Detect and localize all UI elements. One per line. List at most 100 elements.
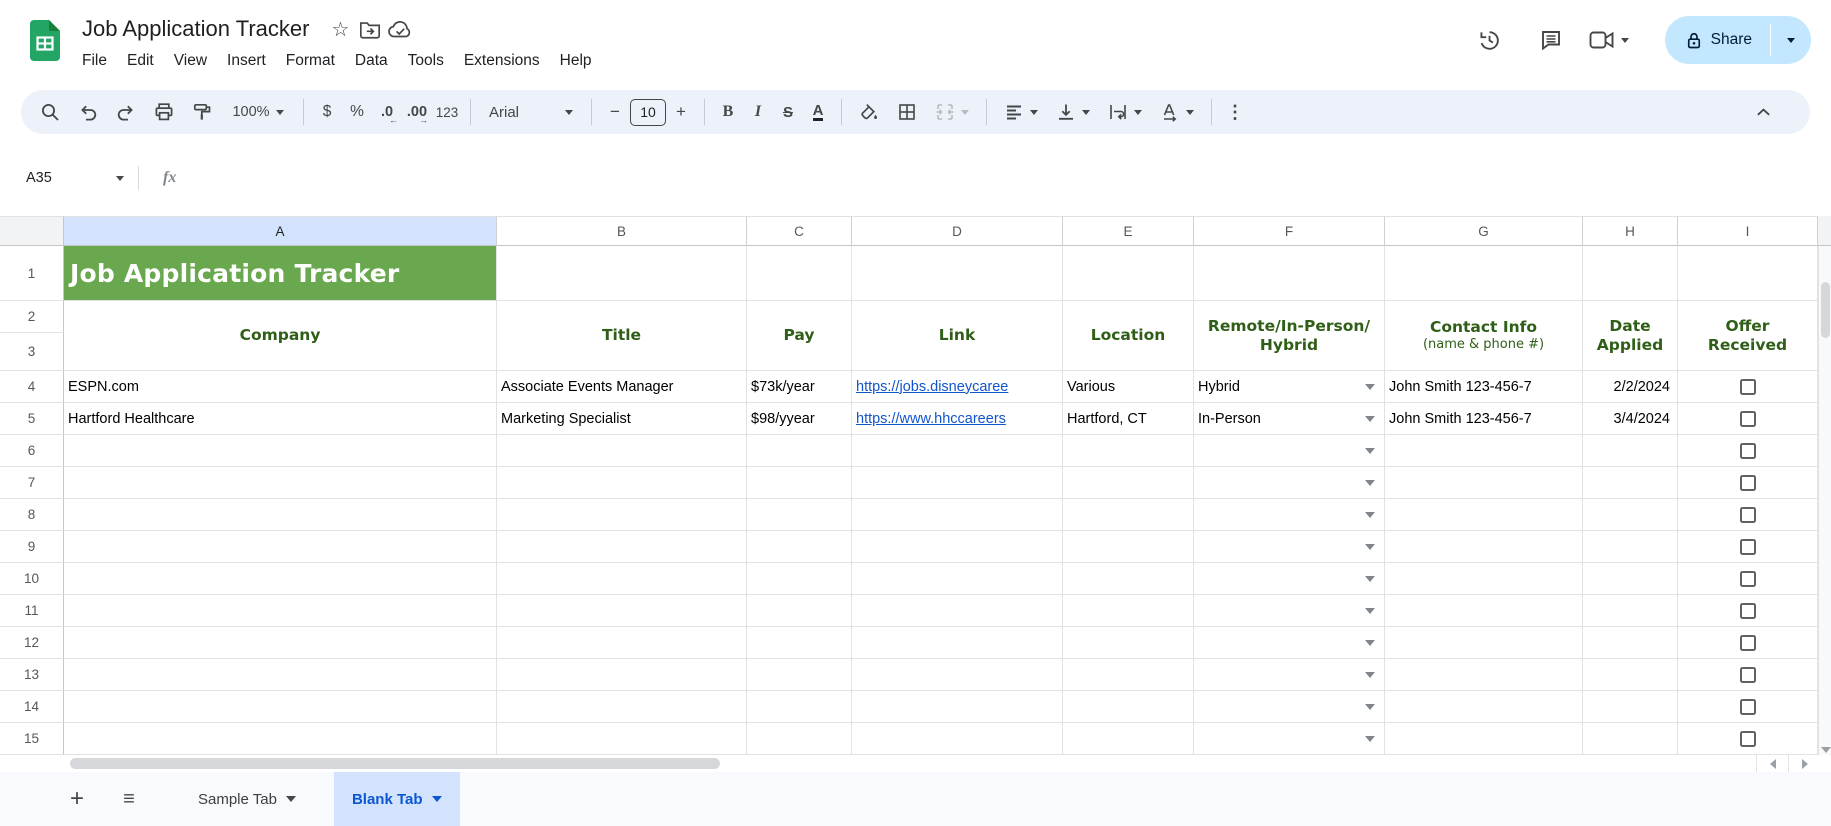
cell-remote-dropdown[interactable] xyxy=(1194,499,1385,531)
header-title[interactable]: Title xyxy=(497,301,747,371)
cell[interactable] xyxy=(1063,499,1194,531)
offer-checkbox[interactable] xyxy=(1740,699,1756,715)
row-header-12[interactable]: 12 xyxy=(0,627,64,659)
offer-checkbox[interactable] xyxy=(1740,443,1756,459)
header-location[interactable]: Location xyxy=(1063,301,1194,371)
cell[interactable] xyxy=(852,723,1063,755)
cell-location[interactable]: Hartford, CT xyxy=(1063,403,1194,435)
cell-remote-dropdown[interactable] xyxy=(1194,467,1385,499)
cell[interactable] xyxy=(1063,595,1194,627)
cell[interactable] xyxy=(852,246,1063,301)
comments-icon[interactable] xyxy=(1527,16,1575,64)
column-header-B[interactable]: B xyxy=(497,216,747,246)
cell[interactable] xyxy=(1063,563,1194,595)
select-all-corner[interactable] xyxy=(0,216,64,246)
cell[interactable] xyxy=(497,691,747,723)
cell[interactable] xyxy=(852,595,1063,627)
cell[interactable] xyxy=(747,627,852,659)
column-header-E[interactable]: E xyxy=(1063,216,1194,246)
cell-offer[interactable] xyxy=(1678,499,1818,531)
row-header-3[interactable]: 3 xyxy=(0,333,64,371)
cell[interactable] xyxy=(747,691,852,723)
header-link[interactable]: Link xyxy=(852,301,1063,371)
cell-offer[interactable] xyxy=(1678,371,1818,403)
hide-menus-button[interactable] xyxy=(1744,95,1782,129)
menu-format[interactable]: Format xyxy=(276,48,345,74)
cell[interactable] xyxy=(1385,467,1583,499)
cell[interactable] xyxy=(747,246,852,301)
menu-insert[interactable]: Insert xyxy=(217,48,276,74)
row-header-6[interactable]: 6 xyxy=(0,435,64,467)
sheets-logo-icon[interactable] xyxy=(30,20,60,61)
cell[interactable] xyxy=(64,627,497,659)
cell-contact[interactable]: John Smith 123-456-7 xyxy=(1385,403,1583,435)
offer-checkbox[interactable] xyxy=(1740,539,1756,555)
menu-view[interactable]: View xyxy=(164,48,217,74)
vertical-align-button[interactable] xyxy=(1047,95,1099,129)
row-header-2[interactable]: 2 xyxy=(0,301,64,333)
cell[interactable] xyxy=(1385,627,1583,659)
row-header-4[interactable]: 4 xyxy=(0,371,64,403)
vertical-scrollbar[interactable] xyxy=(1818,246,1831,755)
cell[interactable] xyxy=(1063,467,1194,499)
format-percent-button[interactable]: % xyxy=(342,95,372,129)
cell[interactable] xyxy=(1063,723,1194,755)
cell[interactable] xyxy=(1583,723,1678,755)
cell[interactable] xyxy=(852,691,1063,723)
cell[interactable] xyxy=(497,467,747,499)
cell-title[interactable]: Associate Events Manager xyxy=(497,371,747,403)
cell[interactable] xyxy=(1583,563,1678,595)
decrease-font-size-button[interactable]: − xyxy=(600,95,630,129)
menu-edit[interactable]: Edit xyxy=(117,48,164,74)
cell-pay[interactable]: $73k/year xyxy=(747,371,852,403)
cell[interactable] xyxy=(1063,627,1194,659)
version-history-icon[interactable] xyxy=(1465,16,1513,64)
cell[interactable] xyxy=(1583,627,1678,659)
cell[interactable] xyxy=(1385,246,1583,301)
cell-link[interactable]: https://www.hhccareers xyxy=(852,403,1063,435)
cell-offer[interactable] xyxy=(1678,691,1818,723)
cell[interactable] xyxy=(747,563,852,595)
search-icon[interactable] xyxy=(31,95,69,129)
cell-pay[interactable]: $98/yyear xyxy=(747,403,852,435)
column-header-F[interactable]: F xyxy=(1194,216,1385,246)
column-header-I[interactable]: I xyxy=(1678,216,1818,246)
row-header-15[interactable]: 15 xyxy=(0,723,64,755)
more-formats-button[interactable]: 123 xyxy=(432,95,462,129)
offer-checkbox[interactable] xyxy=(1740,635,1756,651)
cell-offer[interactable] xyxy=(1678,659,1818,691)
offer-checkbox[interactable] xyxy=(1740,475,1756,491)
cell[interactable] xyxy=(1583,691,1678,723)
cell[interactable] xyxy=(1385,499,1583,531)
cell[interactable] xyxy=(747,723,852,755)
all-sheets-button[interactable]: ≡ xyxy=(110,780,148,818)
menu-help[interactable]: Help xyxy=(550,48,602,74)
offer-checkbox[interactable] xyxy=(1740,731,1756,747)
cell-link[interactable]: https://jobs.disneycaree xyxy=(852,371,1063,403)
row-header-1[interactable]: 1 xyxy=(0,246,64,301)
cell[interactable] xyxy=(1194,246,1385,301)
scroll-left-button[interactable] xyxy=(1756,755,1788,772)
cell-offer[interactable] xyxy=(1678,435,1818,467)
cell[interactable] xyxy=(497,246,747,301)
menu-tools[interactable]: Tools xyxy=(398,48,454,74)
print-button[interactable] xyxy=(145,95,183,129)
cell[interactable] xyxy=(497,723,747,755)
cell[interactable] xyxy=(1583,467,1678,499)
cell-remote-dropdown[interactable] xyxy=(1194,595,1385,627)
cell[interactable] xyxy=(1063,691,1194,723)
font-family-select[interactable]: Arial xyxy=(479,95,583,129)
cell-date[interactable]: 3/4/2024 xyxy=(1583,403,1678,435)
column-header-D[interactable]: D xyxy=(852,216,1063,246)
scroll-down-button[interactable] xyxy=(1819,747,1831,753)
document-title[interactable]: Job Application Tracker xyxy=(82,16,309,42)
column-header-H[interactable]: H xyxy=(1583,216,1678,246)
banner-cell[interactable]: Job Application Tracker xyxy=(64,246,497,301)
cell[interactable] xyxy=(747,595,852,627)
cell[interactable] xyxy=(747,659,852,691)
cell-location[interactable]: Various xyxy=(1063,371,1194,403)
cell[interactable] xyxy=(1063,659,1194,691)
more-toolbar-button[interactable]: ⋮ xyxy=(1220,95,1250,129)
cell[interactable] xyxy=(1583,246,1678,301)
bold-button[interactable]: B xyxy=(713,95,743,129)
